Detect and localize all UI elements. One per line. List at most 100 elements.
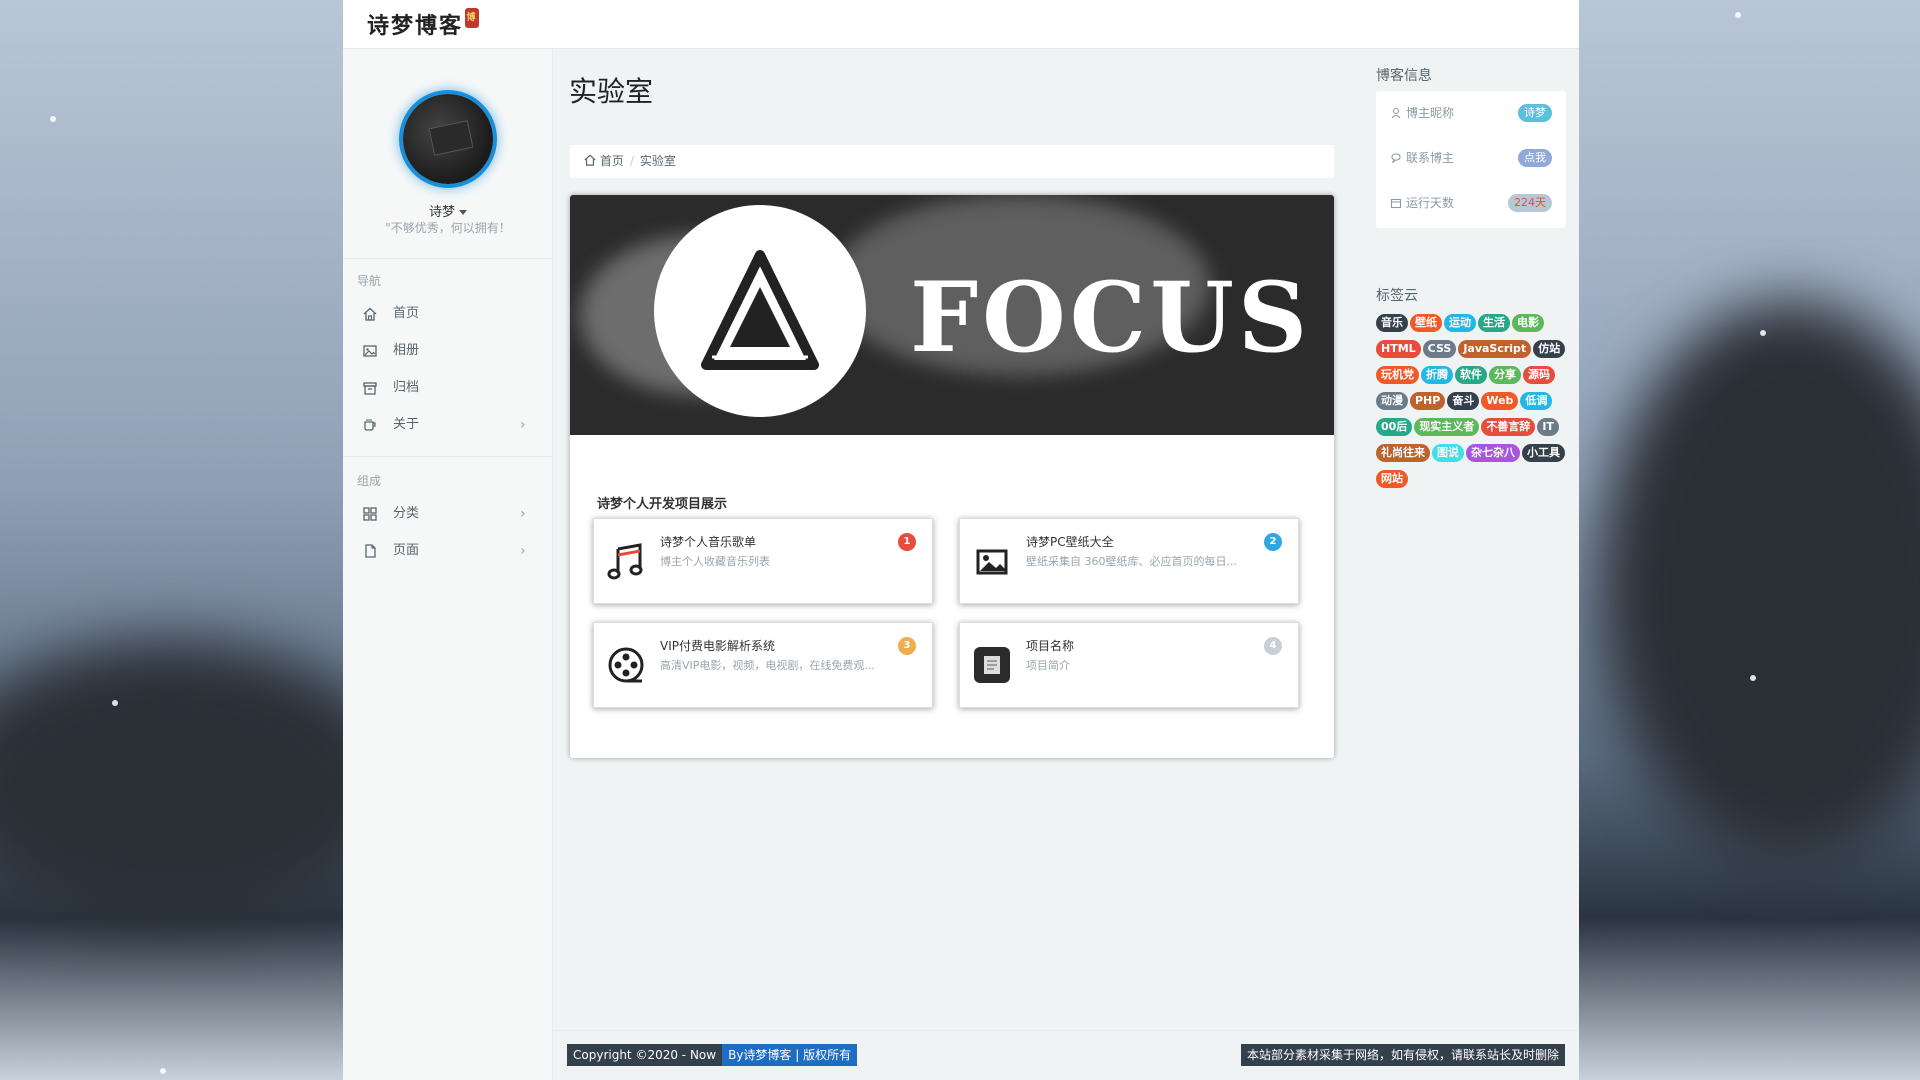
author-motto: "不够优秀，何以拥有！ [385,221,511,235]
tag-item[interactable]: 玩机党 [1376,366,1419,384]
chat-icon [1391,153,1401,164]
right-sidebar: 博客信息 博主昵称 诗梦 联系博主 点我 运行天数 224天 标签云 音乐 壁纸运… [1350,49,1579,1030]
info-label: 运行天数 [1406,196,1455,210]
chevron-right-icon: › [520,543,526,559]
breadcrumb-separator: / [629,154,634,168]
logo-badge: 博 [465,8,480,28]
app-window: 诗梦博客博 诗梦 "不够优秀，何以拥有！ 导航 首页 相册 归档 关于 › 组成 [343,0,1579,1080]
tag-item[interactable]: 低调 [1520,392,1553,410]
film-reel-icon [608,647,644,683]
info-value: 224天 [1508,194,1552,212]
calendar-icon [1390,198,1402,209]
project-card-wallpaper[interactable]: 诗梦PC壁纸大全 壁纸采集自 360壁纸库、必应首页的每日... 2 [959,518,1299,604]
top-header: 诗梦博客博 [343,0,1579,49]
tag-item[interactable]: 奋斗 [1447,392,1480,410]
tag-item[interactable]: HTML [1376,340,1421,358]
project-card-music[interactable]: 诗梦个人音乐歌单 博主个人收藏音乐列表 1 [593,518,933,604]
sidebar-item-label: 归档 [393,380,420,395]
tag-item[interactable]: CSS [1422,340,1457,358]
tag-item[interactable]: 折腾 [1421,366,1453,384]
tag-item[interactable]: 音乐 [1376,314,1408,332]
blog-info-panel: 博主昵称 诗梦 联系博主 点我 运行天数 224天 [1376,91,1566,228]
tag-item[interactable]: 小工具 [1522,444,1565,462]
tag-item[interactable]: 礼尚往来 [1376,444,1430,462]
sidebar-item-pages[interactable]: 页面 › [343,533,553,569]
picture-icon [976,549,1008,575]
project-desc: 高清VIP电影，视频，电视剧，在线免费观... [660,659,875,672]
snowflake [1760,330,1766,336]
sidebar-item-label: 分类 [393,506,420,521]
tag-item[interactable]: 图说 [1432,444,1464,462]
logo-text: 诗梦博客 [367,13,464,39]
grid-icon [363,507,377,521]
site-logo[interactable]: 诗梦博客博 [367,8,480,40]
snowflake [50,116,56,122]
avatar[interactable] [403,94,493,184]
tag-item[interactable]: 仿站 [1533,340,1566,358]
tag-item[interactable]: 软件 [1455,366,1487,384]
sidebar-item-category[interactable]: 分类 › [343,496,553,532]
project-badge: 1 [898,533,916,551]
tag-item[interactable]: 壁纸 [1410,314,1442,332]
divider [343,258,553,259]
footer-notice: 本站部分素材采集于网络，如有侵权，请联系站长及时删除 [1240,1044,1565,1066]
project-desc: 项目简介 [1026,659,1070,672]
box-icon [974,647,1010,683]
chevron-right-icon: › [520,506,526,522]
background-decoration-right [1600,300,1920,860]
caret-down-icon [459,210,467,215]
tag-item[interactable]: 运动 [1444,314,1476,332]
avatar-image [428,120,474,156]
sidebar-item-about[interactable]: 关于 › [343,407,553,443]
tag-cloud: 音乐 壁纸 运动 生活 电影 HTML CSS JavaScript 仿站玩机党 折腾 软件 分享 源码… [1376,314,1576,496]
sidebar-item-archive[interactable]: 归档 [343,370,553,406]
tag-item[interactable]: 分享 [1489,366,1521,384]
tag-item[interactable]: 不善言辞 [1481,418,1536,436]
tag-item[interactable]: Web [1481,392,1519,410]
tag-item[interactable]: IT [1537,418,1559,436]
info-row-nickname: 博主昵称 诗梦 [1376,91,1566,136]
tag-item[interactable]: 电影 [1512,314,1544,332]
tag-item[interactable]: 杂七杂八 [1466,444,1520,462]
sidebar-item-home[interactable]: 首页 [343,296,553,332]
project-badge: 4 [1264,637,1282,655]
music-icon [607,543,643,580]
project-card-placeholder[interactable]: 项目名称 项目简介 4 [959,622,1299,708]
tag-item[interactable]: 现实主义者 [1414,418,1480,436]
owner-link[interactable]: By诗梦博客 | 版权所有 [722,1044,858,1066]
tag-item[interactable]: 00后 [1376,418,1413,436]
project-badge: 3 [898,637,916,655]
footer-copyright: Copyright ©2020 - Now By诗梦博客 | 版权所有 [567,1044,858,1066]
sidebar-item-label: 页面 [393,543,420,558]
info-label: 博主昵称 [1406,106,1455,120]
tag-item[interactable]: 动漫 [1376,392,1408,410]
tag-item[interactable]: PHP [1410,392,1446,410]
footer: Copyright ©2020 - Now By诗梦博客 | 版权所有 本站部分素… [553,1030,1579,1080]
tag-item[interactable]: 生活 [1478,314,1510,332]
project-name: 项目名称 [1026,639,1075,653]
info-row-uptime: 运行天数 224天 [1376,181,1566,226]
tag-item[interactable]: 源码 [1523,366,1555,384]
sidebar-item-label: 关于 [393,417,420,432]
tag-item[interactable]: JavaScript [1458,340,1532,358]
background-decoration-left [0,640,400,920]
author-name-dropdown[interactable]: 诗梦 [343,201,553,220]
sidebar-item-label: 相册 [393,343,420,358]
left-sidebar: 诗梦 "不够优秀，何以拥有！ 导航 首页 相册 归档 关于 › 组成 分类 › [343,49,553,1080]
nav-header-group: 组成 [357,474,382,488]
sidebar-item-album[interactable]: 相册 [343,333,553,369]
breadcrumb-current: 实验室 [639,154,676,168]
author-name: 诗梦 [428,205,455,220]
nav-header: 导航 [357,274,382,288]
project-desc: 博主个人收藏音乐列表 [660,555,770,568]
breadcrumb-home-link[interactable]: 首页 [600,154,624,168]
snowflake [112,700,118,706]
penrose-triangle-icon [701,250,819,370]
sidebar-item-label: 首页 [393,306,420,321]
contact-link[interactable]: 点我 [1518,149,1552,167]
image-icon [363,345,377,357]
lab-card: FOCUS 诗梦个人开发项目展示 诗梦个人音乐歌单 博主个人收藏音乐列表 1 诗… [570,195,1334,758]
section-title: 诗梦个人开发项目展示 [597,497,728,512]
tag-item[interactable]: 网站 [1376,470,1408,488]
project-card-vip-movie[interactable]: VIP付费电影解析系统 高清VIP电影，视频，电视剧，在线免费观... 3 [593,622,933,708]
